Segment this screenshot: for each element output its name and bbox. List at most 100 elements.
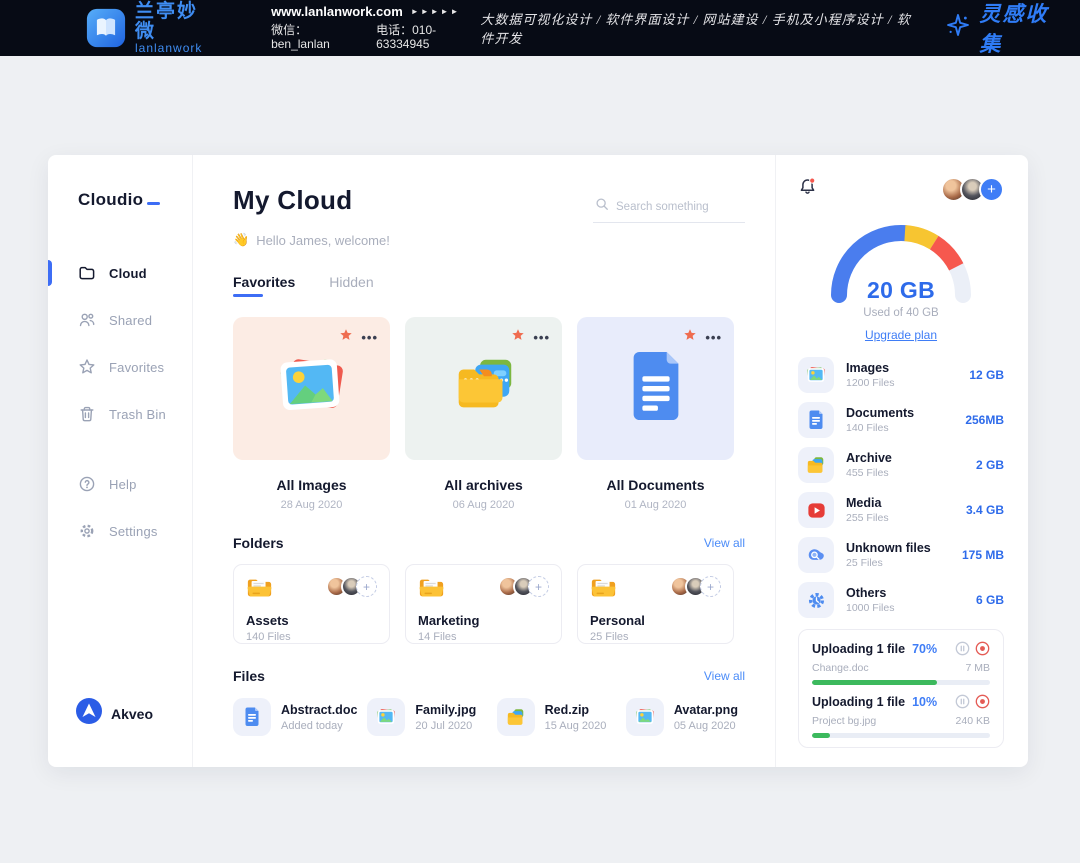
notifications-bell-icon[interactable] xyxy=(798,177,817,201)
folder-file-count: 25 Files xyxy=(590,631,721,643)
category-row[interactable]: Others 1000 Files 6 GB xyxy=(798,581,1004,619)
favorite-card-icon xyxy=(445,350,523,427)
folder-name: Assets xyxy=(246,613,377,628)
category-size: 3.4 GB xyxy=(966,503,1004,517)
upload-progress-fill xyxy=(812,680,937,685)
category-row[interactable]: Documents 140 Files 256MB xyxy=(798,401,1004,439)
category-row[interactable]: Images 1200 Files 12 GB xyxy=(798,356,1004,394)
services-tagline: 大数据可视化设计 / 软件界面设计 / 网站建设 / 手机及小程序设计 / 软件… xyxy=(480,9,917,47)
upload-percent: 70% xyxy=(912,642,937,656)
add-user-button[interactable]: + xyxy=(979,177,1004,202)
storage-used-value: 20 GB xyxy=(826,277,976,304)
open-folder-icon xyxy=(246,576,273,604)
category-file-count: 455 Files xyxy=(846,467,964,479)
favorite-star-icon[interactable] xyxy=(511,328,525,347)
category-row[interactable]: Unknown files 25 Files 175 MB xyxy=(798,536,1004,574)
collect-label: 灵感收集 xyxy=(979,0,1062,58)
folders-view-all-link[interactable]: View all xyxy=(704,536,745,550)
file-item[interactable]: Avatar.png 05 Aug 2020 xyxy=(626,698,745,736)
upload-file-size: 7 MB xyxy=(965,662,990,674)
sidebar: Cloudio Cloud Shared Favo xyxy=(48,155,193,767)
nav-item-label: Settings xyxy=(109,524,158,539)
arrows-decoration: ►►►►► xyxy=(411,7,461,17)
favorite-card-icon xyxy=(273,350,351,427)
favorite-card[interactable]: ••• xyxy=(577,317,734,460)
uploads-card: Uploading 1 file 70% xyxy=(798,629,1004,748)
favorite-card[interactable]: ••• xyxy=(233,317,390,460)
upgrade-plan-link[interactable]: Upgrade plan xyxy=(798,328,1004,342)
favorite-star-icon[interactable] xyxy=(339,328,353,347)
lanlanwork-brand[interactable]: 兰亭妙微 lanlanwork xyxy=(86,2,209,54)
nav-item-label: Shared xyxy=(109,313,152,328)
sidebar-nav-item[interactable]: Settings xyxy=(48,518,192,544)
favorite-card[interactable]: ••• xyxy=(405,317,562,460)
inspiration-collect-brand[interactable]: 灵感收集 xyxy=(945,0,1062,58)
tab[interactable]: Hidden xyxy=(329,274,373,297)
add-member-button[interactable]: + xyxy=(356,576,377,597)
category-name: Images xyxy=(846,361,957,375)
category-file-count: 140 Files xyxy=(846,422,953,434)
cancel-upload-icon[interactable] xyxy=(975,694,990,709)
category-name: Documents xyxy=(846,406,953,420)
folder-name: Marketing xyxy=(418,613,549,628)
add-member-button[interactable]: + xyxy=(700,576,721,597)
favorite-star-icon[interactable] xyxy=(683,328,697,347)
add-member-button[interactable]: + xyxy=(528,576,549,597)
file-type-icon xyxy=(233,698,271,736)
greeting-text: Hello James, welcome! xyxy=(256,233,390,248)
greeting: 👋 Hello James, welcome! xyxy=(233,232,745,248)
files-view-all-link[interactable]: View all xyxy=(704,669,745,683)
nav-item-label: Cloud xyxy=(109,266,147,281)
page-title: My Cloud xyxy=(233,185,352,216)
category-file-count: 1200 Files xyxy=(846,377,957,389)
upload-title: Uploading 1 file xyxy=(812,695,905,709)
tab[interactable]: Favorites xyxy=(233,274,295,297)
akveo-brand[interactable]: Akveo xyxy=(48,698,192,729)
folder-file-count: 14 Files xyxy=(418,631,549,643)
category-file-count: 25 Files xyxy=(846,557,950,569)
folder-card[interactable]: + Assets 140 Files xyxy=(233,564,390,644)
card-menu-icon[interactable]: ••• xyxy=(361,334,378,342)
sidebar-nav-item[interactable]: Cloud xyxy=(48,260,192,286)
file-name: Red.zip xyxy=(545,703,607,717)
files-row: Abstract.doc Added today Family.jpg 20 J… xyxy=(233,698,745,736)
file-item[interactable]: Red.zip 15 Aug 2020 xyxy=(497,698,616,736)
pause-upload-icon[interactable] xyxy=(955,694,970,709)
nav-item-icon xyxy=(78,405,96,423)
category-row[interactable]: Media 255 Files 3.4 GB xyxy=(798,491,1004,529)
upload-row: Uploading 1 file 70% xyxy=(812,641,990,685)
file-item[interactable]: Abstract.doc Added today xyxy=(233,698,357,736)
sidebar-nav-item[interactable]: Shared xyxy=(48,307,192,333)
storage-gauge: 20 GB xyxy=(826,217,976,303)
category-name: Archive xyxy=(846,451,964,465)
search-box[interactable] xyxy=(593,191,745,223)
content-tabs: Favorites Hidden xyxy=(233,274,745,297)
sidebar-nav-item[interactable]: Trash Bin xyxy=(48,401,192,427)
folders-section-title: Folders xyxy=(233,535,284,551)
cancel-upload-icon[interactable] xyxy=(975,641,990,656)
team-avatars: + xyxy=(941,177,1004,202)
sidebar-nav-item[interactable]: Favorites xyxy=(48,354,192,380)
search-input[interactable] xyxy=(616,201,743,213)
file-type-icon xyxy=(626,698,664,736)
category-row[interactable]: Archive 455 Files 2 GB xyxy=(798,446,1004,484)
folder-card[interactable]: + Marketing 14 Files xyxy=(405,564,562,644)
brand-name-cn: 兰亭妙微 xyxy=(135,2,209,42)
nav-item-icon xyxy=(78,475,96,493)
pause-upload-icon[interactable] xyxy=(955,641,970,656)
category-icon xyxy=(798,537,834,573)
sidebar-nav-item[interactable]: Help xyxy=(48,471,192,497)
wave-emoji-icon: 👋 xyxy=(233,232,249,248)
category-size: 12 GB xyxy=(969,368,1004,382)
open-folder-icon xyxy=(418,576,445,604)
category-icon xyxy=(798,447,834,483)
top-banner: 兰亭妙微 lanlanwork www.lanlanwork.com ►►►►►… xyxy=(0,0,1080,56)
file-item[interactable]: Family.jpg 20 Jul 2020 xyxy=(367,698,486,736)
category-icon xyxy=(798,357,834,393)
folder-card[interactable]: + Personal 25 Files xyxy=(577,564,734,644)
card-menu-icon[interactable]: ••• xyxy=(705,334,722,342)
app-logo[interactable]: Cloudio xyxy=(48,190,192,210)
website-url[interactable]: www.lanlanwork.com xyxy=(271,4,403,20)
category-list: Images 1200 Files 12 GB Documents 140 Fi… xyxy=(798,356,1004,619)
card-menu-icon[interactable]: ••• xyxy=(533,334,550,342)
